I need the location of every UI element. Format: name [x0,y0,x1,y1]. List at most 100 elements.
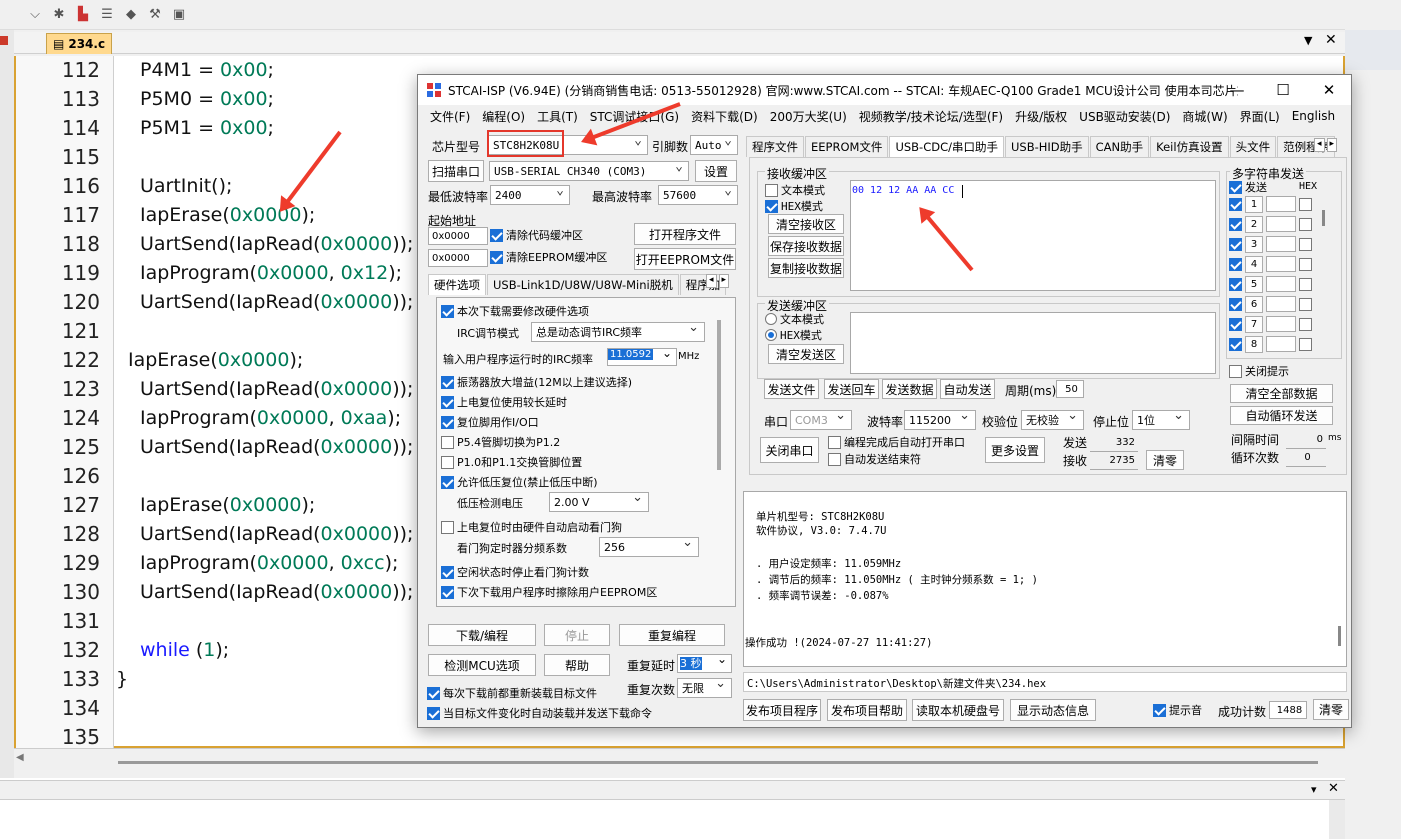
menu-item[interactable]: 资料下载(D) [685,108,764,125]
row-enable-checkbox[interactable] [1229,317,1242,331]
row-enable-checkbox[interactable] [1229,257,1242,271]
tab-item[interactable]: USB-HID助手 [1004,136,1089,157]
open-eeprom-file-button[interactable]: 打开EEPROM文件 [634,248,736,270]
stop-bits-select[interactable]: 1位 [1132,410,1190,430]
code-line[interactable]: UartInit(); [140,175,232,197]
repeat-program-button[interactable]: 重复编程 [619,624,725,646]
menu-item[interactable]: 商城(W) [1176,108,1233,125]
close-tip-checkbox[interactable]: 关闭提示 [1229,357,1289,385]
parity-select[interactable]: 无校验 [1021,410,1084,430]
row-enable-checkbox[interactable] [1229,297,1242,311]
row-text-input[interactable] [1266,276,1296,292]
row-text-input[interactable] [1266,336,1296,352]
code-line[interactable]: P5M1 = 0x00; [140,117,274,139]
menu-item[interactable]: 200万大奖(U) [764,108,853,125]
auto-send-button[interactable]: 自动发送 [940,379,995,399]
lvd-select[interactable]: 2.00 V [549,492,649,512]
menu-item[interactable]: 界面(L) [1234,108,1286,125]
row-text-input[interactable] [1266,216,1296,232]
low-voltage-reset-checkbox[interactable]: 允许低压复位(禁止低压中断) [441,468,598,496]
close-port-button[interactable]: 关闭串口 [760,437,819,463]
stack-icon[interactable]: ☰ [98,6,116,24]
row-send-button[interactable]: 3 [1245,235,1263,253]
read-disk-button[interactable]: 读取本机硬盘号 [912,699,1004,721]
max-baud-select[interactable]: 57600 [658,185,738,205]
row-text-input[interactable] [1266,256,1296,272]
row-send-button[interactable]: 4 [1245,255,1263,273]
log-area[interactable]: 单片机型号: STC8H2K08U 软件协议, V3.0: 7.4.7U . 用… [743,491,1347,667]
row-hex-checkbox[interactable] [1299,297,1312,311]
row-text-input[interactable] [1266,316,1296,332]
row-hex-checkbox[interactable] [1299,197,1312,211]
vertical-scrollbar[interactable] [1329,800,1345,839]
minimize-icon[interactable]: — [1214,75,1260,105]
options-scrollbar-thumb[interactable] [717,320,721,470]
close-output-icon[interactable]: ✕ [1328,781,1339,796]
tab-item[interactable]: 头文件 [1229,136,1277,157]
code-line[interactable]: UartSend(IapRead(0x0000)); [140,581,413,603]
dynamic-info-button[interactable]: 显示动态信息 [1010,699,1096,721]
tab-item[interactable]: EEPROM文件 [805,136,889,157]
components-icon[interactable]: ▙ [74,6,92,24]
publish-program-button[interactable]: 发布项目程序 [743,699,821,721]
clear-all-button[interactable]: 清空全部数据 [1230,384,1333,403]
tab-right-icon[interactable]: ▸ [1326,138,1338,152]
irc-freq-combo[interactable]: 11.0592 ⌄ [607,346,677,366]
right-tab-scroll[interactable]: ◂ ▸ [1314,138,1346,152]
menu-item[interactable]: 工具(T) [531,108,584,125]
beep-checkbox[interactable]: 提示音 [1153,696,1202,724]
maximize-icon[interactable]: ☐ [1260,75,1306,105]
code-line[interactable]: UartSend(IapRead(0x0000)); [140,378,413,400]
scan-port-button[interactable]: 扫描串口 [428,160,484,182]
code-line[interactable]: UartSend(IapRead(0x0000)); [140,523,413,545]
clear-tx-button[interactable]: 清空发送区 [768,344,844,364]
code-line[interactable]: UartSend(IapRead(0x0000)); [140,436,413,458]
clear-rx-button[interactable]: 清空接收区 [768,214,844,234]
period-input[interactable]: 50 [1056,380,1084,398]
tab-left-icon[interactable]: ◂ [706,274,717,288]
tab-right-icon[interactable]: ▸ [718,274,730,288]
hw-watchdog-checkbox[interactable]: 上电复位时由硬件自动启动看门狗 [441,513,622,541]
tab-item[interactable]: USB-CDC/串口助手 [889,136,1004,157]
row-enable-checkbox[interactable] [1229,237,1242,251]
loop-input[interactable]: 0 [1286,449,1326,467]
wdt-div-select[interactable]: 256 [599,537,699,557]
row-send-button[interactable]: 6 [1245,295,1263,313]
interval-input[interactable]: 0 [1286,431,1326,449]
tab-scroll[interactable]: ◂ ▸ [706,274,736,288]
horizontal-scrollbar[interactable] [14,748,1345,770]
row-send-button[interactable]: 1 [1245,195,1263,213]
menu-item[interactable]: 视频教学/技术论坛/选型(F) [853,108,1009,125]
send-data-button[interactable]: 发送数据 [882,379,937,399]
tab-item[interactable]: 硬件选项 [428,274,486,295]
repeat-count-select[interactable]: 无限 [677,678,732,698]
row-hex-checkbox[interactable] [1299,237,1312,251]
tab-item[interactable]: CAN助手 [1089,136,1150,157]
row-send-button[interactable]: 8 [1245,335,1263,353]
tx-data-area[interactable] [850,312,1216,374]
modify-hw-options-checkbox[interactable]: 本次下载需要修改硬件选项 [441,297,589,325]
irc-mode-select[interactable]: 总是动态调节IRC频率 [531,322,705,342]
row-text-input[interactable] [1266,236,1296,252]
code-line[interactable]: UartSend(IapRead(0x0000)); [140,291,413,313]
copy-rx-button[interactable]: 复制接收数据 [768,258,844,278]
row-enable-checkbox[interactable] [1229,337,1242,351]
port-select[interactable]: USB-SERIAL CH340 (COM3) [489,161,689,181]
row-text-input[interactable] [1266,196,1296,212]
detect-mcu-button[interactable]: 检测MCU选项 [428,654,536,676]
scroll-left-icon[interactable]: ◀ [16,752,24,763]
tab-left-icon[interactable]: ◂ [1314,138,1325,152]
settings-button[interactable]: 设置 [695,160,737,182]
code-line[interactable]: IapErase(0x0000); [140,494,315,516]
download-button[interactable]: 下载/编程 [428,624,536,646]
more-settings-button[interactable]: 更多设置 [985,437,1045,463]
auto-loop-send-button[interactable]: 自动循环发送 [1230,406,1333,425]
min-baud-select[interactable]: 2400 [490,185,570,205]
tab-item[interactable]: Keil仿真设置 [1150,136,1229,157]
code-line[interactable]: P5M0 = 0x00; [140,88,274,110]
log-scrollbar-thumb[interactable] [1338,626,1341,646]
row-hex-checkbox[interactable] [1299,217,1312,231]
auto-reload-checkbox[interactable]: 当目标文件变化时自动装载并发送下载命令 [427,699,652,727]
pins-select[interactable]: Auto [690,135,738,155]
pin-icon[interactable]: ▾ [1311,783,1317,796]
